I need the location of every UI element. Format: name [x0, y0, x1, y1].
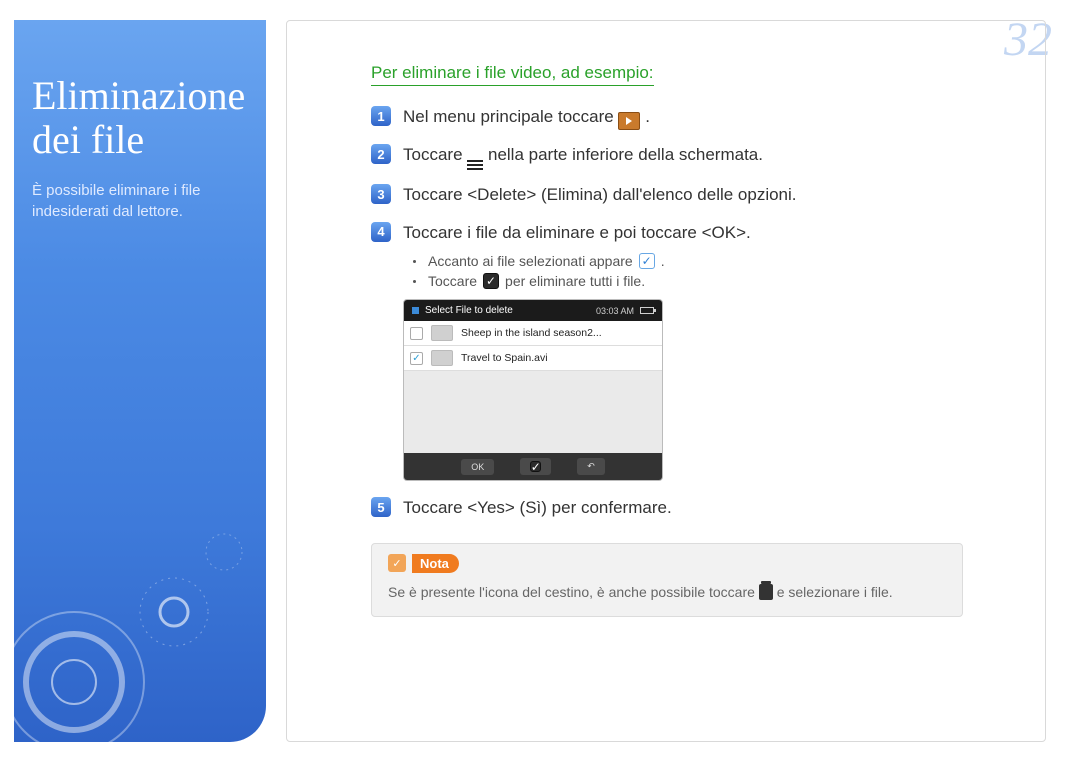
device-title: Select File to delete	[425, 305, 513, 316]
checkbox-icon[interactable]	[410, 327, 423, 340]
menu-icon	[467, 160, 483, 170]
note-label: Nota	[412, 554, 459, 573]
sidebar: Eliminazione dei file È possibile elimin…	[14, 20, 266, 742]
trash-icon	[759, 584, 773, 600]
device-footer: OK ↶	[404, 453, 662, 480]
section-heading: Per eliminare i file video, ad esempio:	[371, 63, 654, 86]
header-square-icon	[412, 307, 419, 314]
note-badge: Nota	[388, 554, 459, 573]
note-text-post: e selezionare i file.	[777, 584, 893, 600]
step-badge-2: 2	[371, 144, 391, 164]
note-box: Nota Se è presente l'icona del cestino, …	[371, 543, 963, 618]
title-line-2: dei file	[32, 117, 144, 162]
list-item[interactable]: Travel to Spain.avi	[404, 346, 662, 371]
device-header: Select File to delete 03:03 AM	[404, 300, 662, 321]
page-title: Eliminazione dei file	[32, 74, 248, 162]
step-badge-5: 5	[371, 497, 391, 517]
step-badge-1: 1	[371, 106, 391, 126]
device-screenshot: Select File to delete 03:03 AM Sheep in …	[403, 299, 663, 481]
select-all-button[interactable]	[520, 458, 551, 475]
step-3-text: Toccare <Delete> (Elimina) dall'elenco d…	[403, 182, 797, 208]
checked-icon	[639, 253, 655, 269]
file-label: Travel to Spain.avi	[461, 352, 548, 364]
note-text-pre: Se è presente l'icona del cestino, è anc…	[388, 584, 759, 600]
main-content: Per eliminare i file video, ad esempio: …	[286, 20, 1046, 742]
title-line-1: Eliminazione	[32, 73, 245, 118]
back-button[interactable]: ↶	[577, 458, 605, 475]
bullet-icon	[413, 260, 416, 263]
decorative-circles	[14, 482, 266, 742]
device-blank-area	[404, 371, 662, 453]
step-5: 5 Toccare <Yes> (Sì) per confermare.	[371, 495, 963, 521]
battery-icon	[640, 307, 654, 314]
sub-b-post: per eliminare tutti i file.	[505, 273, 645, 289]
thumbnail-icon	[431, 350, 453, 366]
step-3: 3 Toccare <Delete> (Elimina) dall'elenco…	[371, 182, 963, 208]
step-5-text: Toccare <Yes> (Sì) per confermare.	[403, 495, 672, 521]
select-all-icon	[483, 273, 499, 289]
step-2: 2 Toccare nella parte inferiore della sc…	[371, 142, 963, 170]
step-2-text-pre: Toccare	[403, 145, 467, 164]
list-item[interactable]: Sheep in the island season2...	[404, 321, 662, 346]
step-1: 1 Nel menu principale toccare .	[371, 104, 963, 130]
step-badge-3: 3	[371, 184, 391, 204]
file-label: Sheep in the island season2...	[461, 327, 602, 339]
thumbnail-icon	[431, 325, 453, 341]
device-file-list: Sheep in the island season2... Travel to…	[404, 321, 662, 371]
ok-button[interactable]: OK	[461, 459, 494, 475]
sub-a-post: .	[661, 253, 665, 269]
sub-b-pre: Toccare	[428, 273, 477, 289]
select-all-icon	[530, 461, 541, 472]
step-2-text-post: nella parte inferiore della schermata.	[488, 145, 763, 164]
step-4-sub: Accanto ai file selezionati appare . Toc…	[413, 253, 963, 289]
sub-a-pre: Accanto ai file selezionati appare	[428, 253, 633, 269]
step-1-text-pre: Nel menu principale toccare	[403, 107, 618, 126]
checkbox-icon[interactable]	[410, 352, 423, 365]
step-4: 4 Toccare i file da eliminare e poi tocc…	[371, 220, 963, 246]
step-badge-4: 4	[371, 222, 391, 242]
note-cube-icon	[388, 554, 406, 572]
step-1-text-post: .	[645, 107, 650, 126]
video-icon	[618, 112, 640, 130]
page-subtitle: È possibile eliminare i file indesiderat…	[32, 180, 248, 222]
step-4-text: Toccare i file da eliminare e poi toccar…	[403, 220, 751, 246]
bullet-icon	[413, 280, 416, 283]
device-time: 03:03 AM	[596, 306, 634, 316]
